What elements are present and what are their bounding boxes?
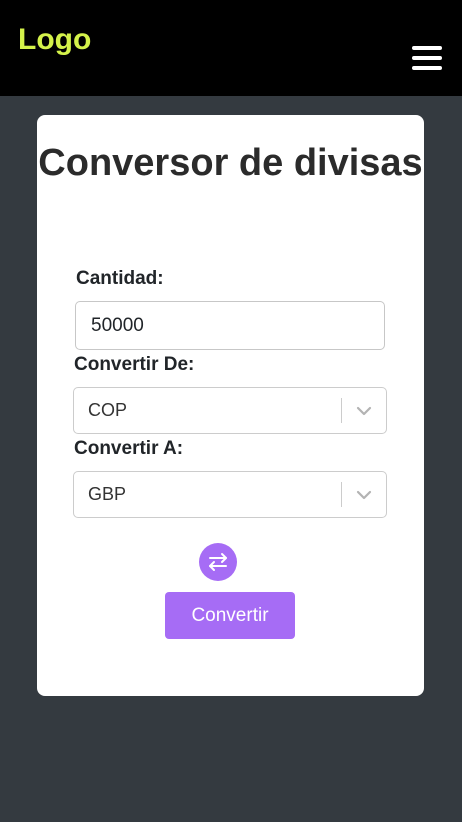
from-currency-value: COP [88,400,128,420]
converter-card: Conversor de divisas Cantidad: Convertir… [37,115,424,696]
to-currency-label: Convertir A: [74,438,184,459]
to-currency-select[interactable]: GBP [73,471,387,518]
swap-arrows-icon [209,553,227,571]
convert-button[interactable]: Convertir [165,592,295,639]
from-currency-label: Convertir De: [74,354,195,375]
from-currency-select[interactable]: COP [73,387,387,434]
hamburger-menu-icon[interactable] [408,42,446,76]
logo[interactable]: Logo [18,22,91,58]
navbar: Logo [0,0,462,96]
select-separator [341,398,342,423]
menu-bar [412,46,442,50]
page-title: Conversor de divisas [38,142,423,184]
swap-currencies-button[interactable] [199,543,237,581]
to-currency-value: GBP [88,484,127,504]
chevron-down-icon[interactable] [354,401,374,421]
menu-bar [412,56,442,60]
amount-input[interactable] [75,301,385,350]
amount-label: Cantidad: [76,268,164,289]
menu-bar [412,66,442,70]
select-separator [341,482,342,507]
chevron-down-icon[interactable] [354,485,374,505]
